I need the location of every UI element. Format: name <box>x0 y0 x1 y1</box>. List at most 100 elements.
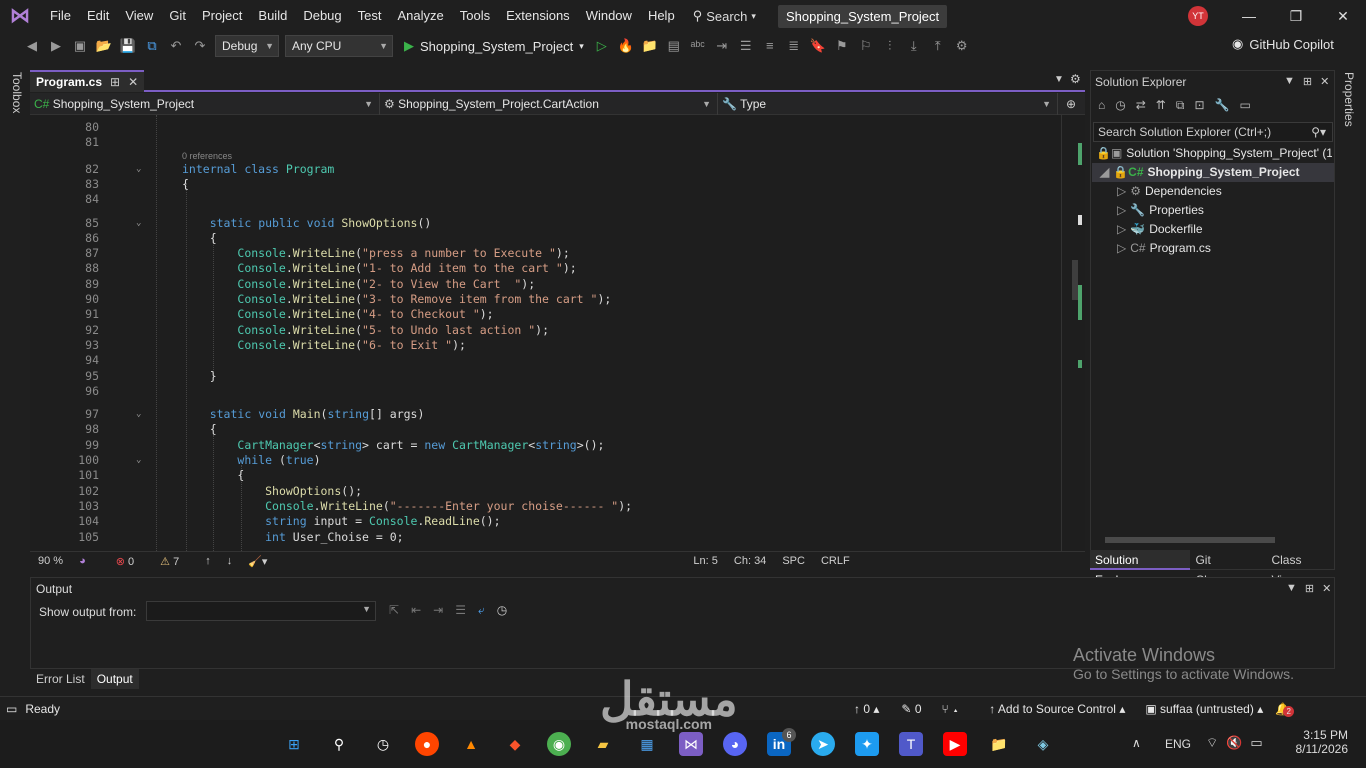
properties-icon[interactable]: 🔧 <box>1215 98 1230 113</box>
code-line[interactable]: 95 } <box>30 369 1061 384</box>
code-line[interactable]: 103 Console.WriteLine("-------Enter your… <box>30 499 1061 514</box>
show-all-files-icon[interactable]: ⧉ <box>1176 98 1185 113</box>
align-icon[interactable]: ⫶ <box>880 36 900 56</box>
back-icon[interactable]: ◀ <box>22 36 42 56</box>
tab-output[interactable]: Output <box>90 669 139 689</box>
preview-icon[interactable]: ▭ <box>1239 98 1250 113</box>
warning-count[interactable]: ⚠ 7 <box>152 555 187 568</box>
reddit-icon[interactable]: ● <box>415 732 439 756</box>
menu-window[interactable]: Window <box>578 0 640 32</box>
app-icon[interactable]: ▰ <box>591 732 615 756</box>
tab-overflow-icon[interactable]: ▼ <box>1054 74 1064 85</box>
tree-item-program-cs[interactable]: ▷ C# Program.cs <box>1117 239 1211 258</box>
toolbox-tab[interactable]: Toolbox <box>10 72 24 113</box>
home-icon[interactable]: ⌂ <box>1098 98 1105 113</box>
step-icon[interactable]: ⇥ <box>712 36 732 56</box>
save-all-icon[interactable]: ⧉ <box>142 36 162 56</box>
bookmark-prev-icon[interactable]: ⚑ <box>832 36 852 56</box>
menu-file[interactable]: File <box>42 0 79 32</box>
fold-toggle-icon[interactable]: ⌄ <box>136 162 141 177</box>
code-line[interactable]: 104 string input = Console.ReadLine(); <box>30 514 1061 529</box>
code-line[interactable]: 94 <box>30 353 1061 368</box>
fold-toggle-icon[interactable]: ⌄ <box>136 216 141 231</box>
horizontal-scrollbar[interactable] <box>1093 534 1333 546</box>
code-line[interactable]: 85 ⌄ static public void ShowOptions() <box>30 216 1061 231</box>
maximize-button[interactable]: ❐ <box>1273 4 1319 28</box>
code-line[interactable]: 88 Console.WriteLine("1- to Add item to … <box>30 261 1061 276</box>
search-icon[interactable]: ⚲ <box>327 732 351 756</box>
pending-changes[interactable]: ✎ 0 <box>901 702 921 716</box>
new-project-icon[interactable]: ▣ <box>70 36 90 56</box>
tab-git-changes[interactable]: Git Changes <box>1190 550 1266 587</box>
menu-test[interactable]: Test <box>350 0 390 32</box>
menu-view[interactable]: View <box>117 0 161 32</box>
tree-project[interactable]: ◢ 🔒C# Shopping_System_Project <box>1092 163 1334 182</box>
system-tray[interactable]: ⌔ 🔇 ▭ <box>1206 735 1263 751</box>
repo-indicator[interactable]: ▣ suffaa (untrusted) ▴ <box>1145 702 1263 716</box>
bookmark-icon[interactable]: 🔖 <box>808 36 828 56</box>
start-debugging-button[interactable]: ▶ Shopping_System_Project ▾ <box>404 38 584 54</box>
code-line[interactable]: 99 CartManager<string> cart = new CartMa… <box>30 438 1061 453</box>
add-to-source-control[interactable]: ↑ Add to Source Control ▴ <box>989 702 1125 716</box>
file-explorer-icon[interactable]: 📁 <box>987 732 1011 756</box>
clock-app-icon[interactable]: ◷ <box>371 732 395 756</box>
code-line[interactable]: 98 { <box>30 422 1061 437</box>
brave-icon[interactable]: ◆ <box>503 732 527 756</box>
arrow-up-icon[interactable]: ↑ <box>197 555 219 567</box>
goto-message-icon[interactable]: ⇱ <box>389 603 399 618</box>
clear-all-icon[interactable]: ☰ <box>455 603 466 618</box>
browse-icon[interactable]: 📁 <box>640 36 660 56</box>
close-icon[interactable]: ✕ <box>1320 75 1329 88</box>
chrome-icon[interactable]: ◉ <box>547 732 571 756</box>
menu-edit[interactable]: Edit <box>79 0 117 32</box>
github-copilot-button[interactable]: ◉ GitHub Copilot <box>1232 36 1334 52</box>
search-menu[interactable]: ⚲ Search ▾ <box>683 8 766 24</box>
timestamp-icon[interactable]: ◷ <box>497 603 507 618</box>
code-line[interactable]: 92 Console.WriteLine("5- to Undo last ac… <box>30 323 1061 338</box>
tab-program-cs[interactable]: Program.cs ⊞ ✕ <box>30 70 145 92</box>
code-line[interactable]: 84 <box>30 192 1061 207</box>
vlc-icon[interactable]: ▲ <box>459 732 483 756</box>
tree-solution[interactable]: 🔒▣ Solution 'Shopping_System_Project' (1 … <box>1096 144 1332 163</box>
tools-icon[interactable]: ⚙ <box>952 36 972 56</box>
close-tab-icon[interactable]: ✕ <box>128 75 138 89</box>
history-icon[interactable]: ◷ <box>1115 98 1125 113</box>
menu-git[interactable]: Git <box>161 0 194 32</box>
menu-tools[interactable]: Tools <box>452 0 498 32</box>
notifications-bell-icon[interactable]: 🔔2 <box>1275 702 1295 717</box>
undo-icon[interactable]: ↶ <box>166 36 186 56</box>
close-icon[interactable]: ✕ <box>1322 582 1331 595</box>
branch-counter[interactable]: ↑ 0 ▴ <box>854 702 879 716</box>
outline-icon[interactable]: ☰ <box>736 36 756 56</box>
menu-extensions[interactable]: Extensions <box>498 0 578 32</box>
line-ending-indicator[interactable]: CRLF <box>813 555 858 567</box>
code-line[interactable]: 89 Console.WriteLine("2- to View the Car… <box>30 277 1061 292</box>
app-icon[interactable]: ◈ <box>1031 732 1055 756</box>
pin-icon[interactable]: ⊞ <box>1305 582 1314 595</box>
zoom-level[interactable]: 90 % <box>30 555 71 567</box>
menu-project[interactable]: Project <box>194 0 250 32</box>
code-line[interactable]: 81 <box>30 135 1061 150</box>
git-branch-icon[interactable]: ⑂ ▴ <box>942 702 960 716</box>
code-line[interactable]: 105 int User_Choise = 0; <box>30 530 1061 545</box>
menu-analyze[interactable]: Analyze <box>389 0 451 32</box>
app-icon[interactable]: ▦ <box>635 732 659 756</box>
open-folder-icon[interactable]: 📂 <box>94 36 114 56</box>
tab-solution-explorer[interactable]: Solution Explorer <box>1090 550 1191 587</box>
outdent-icon[interactable]: ≣ <box>784 36 804 56</box>
code-line[interactable]: 96 <box>30 384 1061 399</box>
spell-check-icon[interactable]: ᵃᵇᶜ <box>688 36 708 56</box>
spacing-indicator[interactable]: SPC <box>774 555 813 567</box>
redo-icon[interactable]: ↷ <box>190 36 210 56</box>
start-without-debugging-icon[interactable]: ▷ <box>592 36 612 56</box>
tree-item-properties[interactable]: ▷ 🔧 Properties <box>1117 201 1204 220</box>
avatar[interactable]: YT <box>1188 6 1208 26</box>
collapse-icon[interactable]: ⇈ <box>1156 98 1166 113</box>
split-window-icon[interactable]: ⊕ <box>1058 93 1084 114</box>
bookmark-next-icon[interactable]: ⚐ <box>856 36 876 56</box>
arrow-down-icon[interactable]: ↓ <box>219 555 241 567</box>
prev-message-icon[interactable]: ⇤ <box>411 603 421 618</box>
close-button[interactable]: ✕ <box>1320 4 1366 28</box>
solution-search-input[interactable]: Search Solution Explorer (Ctrl+;) ⚲▾ <box>1093 122 1333 142</box>
menu-help[interactable]: Help <box>640 0 683 32</box>
